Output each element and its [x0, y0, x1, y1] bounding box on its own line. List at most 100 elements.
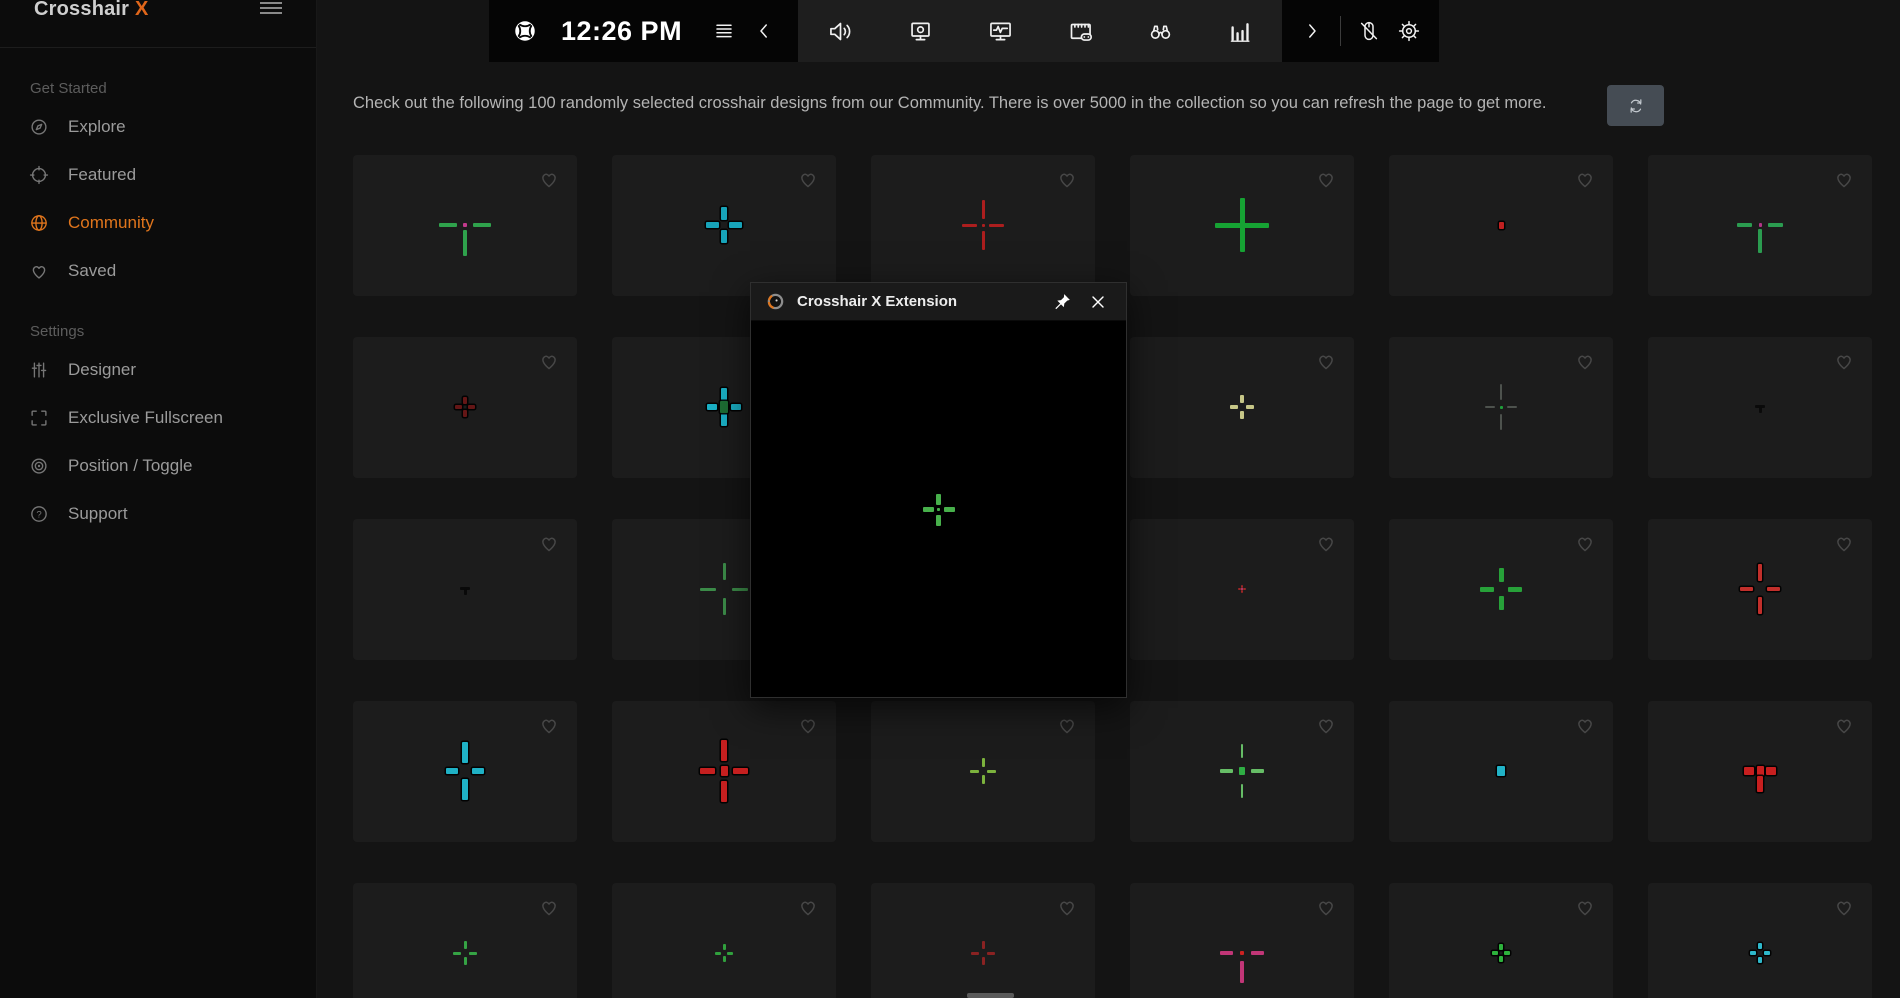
crosshair-tile[interactable]	[353, 337, 577, 478]
gamebar-settings-button[interactable]	[1389, 9, 1429, 53]
sidebar-item-saved[interactable]: Saved	[0, 247, 316, 295]
heart-icon	[28, 260, 50, 282]
crosshair-tile[interactable]	[871, 701, 1095, 842]
favorite-heart-icon[interactable]	[1314, 167, 1338, 191]
crosshair-tile[interactable]	[353, 701, 577, 842]
audio-widget-button[interactable]	[800, 0, 880, 62]
crosshair-tile[interactable]	[1389, 701, 1613, 842]
favorite-heart-icon[interactable]	[1314, 531, 1338, 555]
app-title-accent: X	[135, 0, 149, 20]
crosshair-tile[interactable]	[353, 519, 577, 660]
favorite-heart-icon[interactable]	[1314, 713, 1338, 737]
looking-for-group-widget-button[interactable]	[1120, 0, 1200, 62]
sidebar-item-label: Community	[68, 213, 154, 233]
favorite-heart-icon[interactable]	[537, 713, 561, 737]
favorite-heart-icon[interactable]	[1832, 531, 1856, 555]
sidebar: Crosshair X Get StartedExploreFeaturedCo…	[0, 0, 317, 998]
game-bar-clock: 12:26 PM	[561, 16, 682, 47]
extension-titlebar[interactable]: Crosshair X Extension	[751, 283, 1126, 321]
favorite-heart-icon[interactable]	[537, 531, 561, 555]
favorite-heart-icon[interactable]	[537, 349, 561, 373]
favorite-heart-icon[interactable]	[537, 895, 561, 919]
crosshair-tile[interactable]	[1648, 701, 1872, 842]
sidebar-nav: Get StartedExploreFeaturedCommunitySaved…	[0, 48, 316, 538]
favorite-heart-icon[interactable]	[1573, 713, 1597, 737]
xbox-home-button[interactable]	[505, 9, 545, 53]
crosshair-tile[interactable]	[1130, 519, 1354, 660]
favorite-heart-icon[interactable]	[537, 167, 561, 191]
crosshair-tile[interactable]	[612, 155, 836, 296]
crosshair-tile[interactable]	[1389, 337, 1613, 478]
sidebar-item-position-toggle[interactable]: Position / Toggle	[0, 442, 316, 490]
gallery-widget-button[interactable]	[1040, 0, 1120, 62]
pin-button[interactable]	[1044, 286, 1080, 318]
crosshair-tile[interactable]	[871, 883, 1095, 998]
performance-widget-button[interactable]	[960, 0, 1040, 62]
sliders-icon	[28, 359, 50, 381]
favorite-heart-icon[interactable]	[1314, 895, 1338, 919]
favorite-heart-icon[interactable]	[1832, 167, 1856, 191]
rings-icon	[28, 455, 50, 477]
sidebar-item-explore[interactable]: Explore	[0, 103, 316, 151]
sidebar-item-designer[interactable]: Designer	[0, 346, 316, 394]
crosshair-tile[interactable]	[1648, 519, 1872, 660]
hamburger-menu-icon[interactable]	[260, 2, 282, 18]
collapse-button[interactable]	[744, 9, 784, 53]
favorite-heart-icon[interactable]	[796, 895, 820, 919]
crosshair-tile[interactable]	[1130, 883, 1354, 998]
crosshair-tile[interactable]	[1130, 155, 1354, 296]
crosshair-tile[interactable]	[1130, 337, 1354, 478]
compass-icon	[28, 116, 50, 138]
favorite-heart-icon[interactable]	[1573, 895, 1597, 919]
crosshair-tile[interactable]	[1389, 155, 1613, 296]
refresh-icon	[1626, 96, 1646, 116]
crosshair-tile[interactable]	[353, 883, 577, 998]
extension-title: Crosshair X Extension	[797, 293, 1044, 310]
crosshair-tile[interactable]	[871, 155, 1095, 296]
crosshair-tile[interactable]	[612, 701, 836, 842]
widget-list-icon	[712, 19, 736, 43]
crosshair-tile[interactable]	[1648, 883, 1872, 998]
game-bar: 12:26 PM	[489, 0, 1439, 62]
favorite-heart-icon[interactable]	[796, 713, 820, 737]
scrollbar-thumb[interactable]	[967, 993, 1014, 998]
sidebar-item-featured[interactable]: Featured	[0, 151, 316, 199]
speaker-icon	[827, 18, 854, 45]
expand-button[interactable]	[1292, 9, 1332, 53]
crosshair-tile[interactable]	[1648, 337, 1872, 478]
favorite-heart-icon[interactable]	[1832, 349, 1856, 373]
crosshair-tile[interactable]	[612, 883, 836, 998]
resources-widget-button[interactable]	[1200, 0, 1280, 62]
favorite-heart-icon[interactable]	[1832, 713, 1856, 737]
favorite-heart-icon[interactable]	[1573, 167, 1597, 191]
favorite-heart-icon[interactable]	[1055, 713, 1079, 737]
crosshair-tile[interactable]	[1130, 701, 1354, 842]
community-description: Check out the following 100 randomly sel…	[353, 94, 1593, 113]
close-button[interactable]	[1080, 286, 1116, 318]
crosshair-tile[interactable]	[1389, 519, 1613, 660]
favorite-heart-icon[interactable]	[1573, 349, 1597, 373]
resources-icon	[1227, 18, 1254, 45]
capture-widget-button[interactable]	[880, 0, 960, 62]
sidebar-item-label: Exclusive Fullscreen	[68, 408, 223, 428]
favorite-heart-icon[interactable]	[1314, 349, 1338, 373]
crosshair-tile[interactable]	[1648, 155, 1872, 296]
crosshair-tile[interactable]	[1389, 883, 1613, 998]
widget-menu-button[interactable]	[704, 9, 744, 53]
favorite-heart-icon[interactable]	[1055, 167, 1079, 191]
click-through-button[interactable]	[1349, 9, 1389, 53]
sidebar-item-label: Featured	[68, 165, 136, 185]
favorite-heart-icon[interactable]	[1573, 531, 1597, 555]
sidebar-item-community[interactable]: Community	[0, 199, 316, 247]
favorite-heart-icon[interactable]	[1055, 895, 1079, 919]
refresh-button[interactable]	[1607, 85, 1664, 126]
sidebar-item-exclusive-fullscreen[interactable]: Exclusive Fullscreen	[0, 394, 316, 442]
app-title-primary: Crosshair	[34, 0, 129, 20]
crosshair-tile[interactable]	[353, 155, 577, 296]
favorite-heart-icon[interactable]	[796, 167, 820, 191]
gear-icon	[1397, 19, 1421, 43]
sidebar-header: Crosshair X	[0, 0, 316, 48]
favorite-heart-icon[interactable]	[1832, 895, 1856, 919]
chevron-right-icon	[1300, 19, 1324, 43]
sidebar-item-support[interactable]: ?Support	[0, 490, 316, 538]
